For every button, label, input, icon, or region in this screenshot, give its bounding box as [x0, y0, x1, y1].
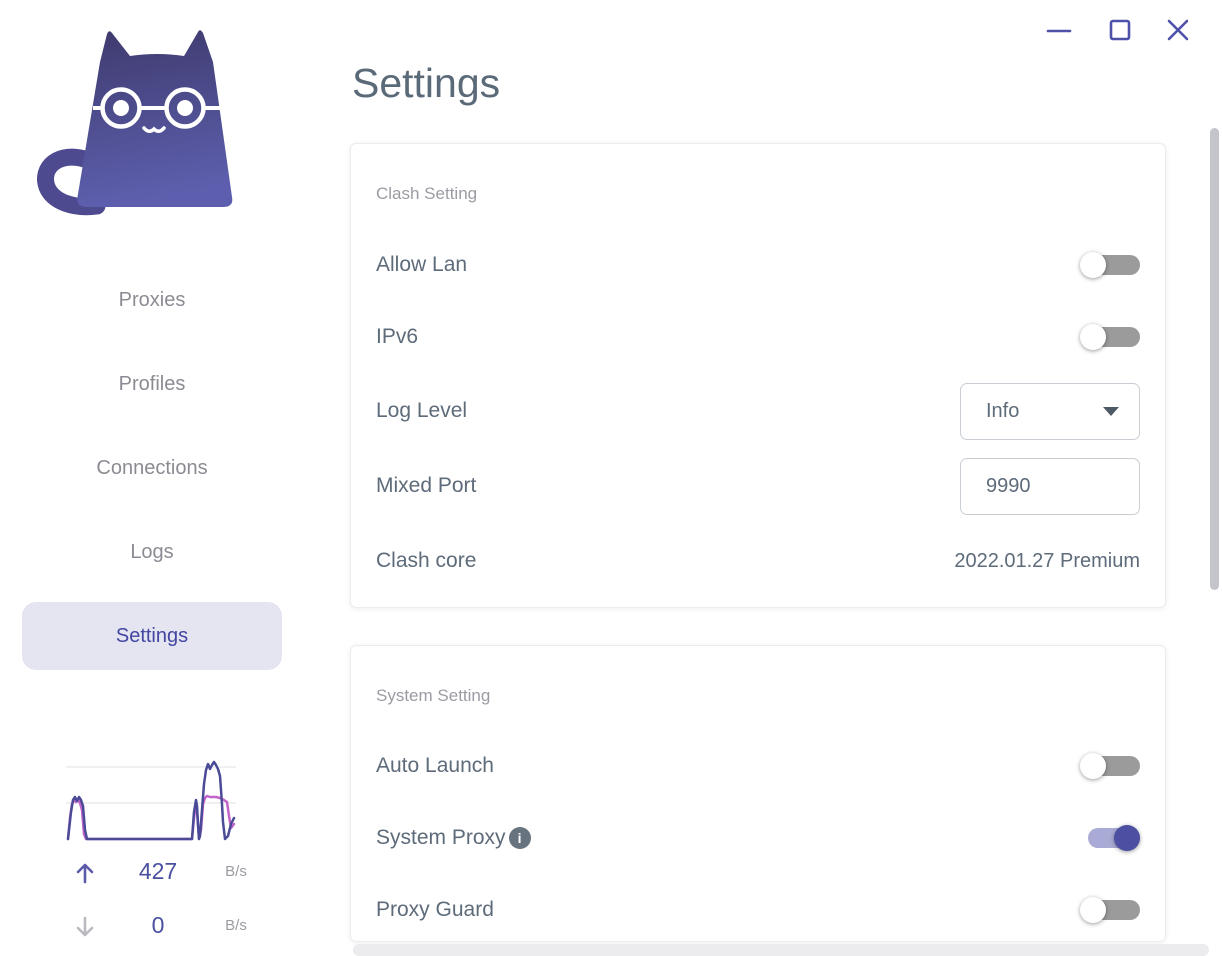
log-level-row: Log Level Info [376, 382, 1140, 440]
log-level-select[interactable]: Info [960, 382, 1140, 440]
sidebar-item-label: Proxies [118, 288, 186, 311]
ipv6-toggle[interactable] [1080, 323, 1140, 351]
toggle-knob [1114, 825, 1140, 851]
traffic-sparkline-chart [66, 760, 236, 841]
sidebar-item-label: Settings [115, 624, 189, 647]
sidebar-item-logs[interactable]: Logs [22, 518, 282, 586]
clash-app-window: Proxies Profiles Connections Logs Settin… [0, 0, 1222, 956]
chevron-down-icon [1103, 406, 1119, 416]
sidebar-item-settings[interactable]: Settings [22, 602, 282, 670]
clash-core-version: 2022.01.27 Premium [954, 549, 1140, 572]
system-proxy-label-text: System Proxy [376, 826, 506, 849]
proxy-guard-row: Proxy Guard [376, 881, 1140, 939]
sidebar: Proxies Profiles Connections Logs Settin… [0, 0, 352, 956]
upload-unit: B/s [225, 863, 247, 880]
system-setting-card: System Setting Auto Launch System Proxy … [350, 645, 1166, 942]
close-button[interactable] [1164, 16, 1192, 44]
download-stat: 0 B/s [60, 912, 295, 944]
mixed-port-label: Mixed Port [376, 474, 477, 497]
download-unit: B/s [225, 917, 247, 934]
minimize-button[interactable] [1045, 16, 1073, 44]
close-icon [1167, 19, 1189, 41]
toggle-knob [1080, 324, 1106, 350]
auto-launch-label: Auto Launch [376, 754, 494, 777]
system-proxy-label: System Proxy i [376, 826, 531, 850]
toggle-knob [1080, 897, 1106, 923]
toggle-knob [1080, 252, 1106, 278]
allow-lan-row: Allow Lan [376, 236, 1140, 294]
proxy-guard-toggle[interactable] [1080, 896, 1140, 924]
sidebar-item-connections[interactable]: Connections [22, 434, 282, 502]
sidebar-item-label: Connections [96, 456, 208, 479]
clash-setting-card: Clash Setting Allow Lan IPv6 Log Level I… [350, 143, 1166, 608]
clash-core-label: Clash core [376, 549, 477, 572]
upload-value: 427 [138, 858, 178, 884]
minimize-icon [1046, 29, 1072, 33]
info-icon[interactable]: i [508, 827, 531, 849]
sidebar-nav: Proxies Profiles Connections Logs Settin… [22, 266, 282, 670]
auto-launch-toggle[interactable] [1080, 752, 1140, 780]
maximize-button[interactable] [1106, 16, 1134, 44]
clash-core-row: Clash core 2022.01.27 Premium [376, 532, 1140, 590]
system-proxy-toggle[interactable] [1080, 824, 1140, 852]
ipv6-row: IPv6 [376, 308, 1140, 366]
upload-stat: 427 B/s [60, 858, 295, 890]
arrow-down-icon [76, 916, 94, 937]
clash-cat-logo-icon [37, 30, 233, 216]
allow-lan-toggle[interactable] [1080, 251, 1140, 279]
mixed-port-input[interactable] [960, 457, 1140, 515]
auto-launch-row: Auto Launch [376, 737, 1140, 795]
section-label: Clash Setting [376, 184, 478, 203]
download-value: 0 [151, 912, 165, 938]
horizontal-scrollbar-track[interactable] [353, 944, 1209, 956]
proxy-guard-label: Proxy Guard [376, 898, 494, 921]
log-level-value: Info [986, 399, 1020, 422]
toggle-knob [1080, 753, 1106, 779]
sidebar-item-proxies[interactable]: Proxies [22, 266, 282, 334]
page-title: Settings [352, 60, 501, 106]
arrow-up-icon [76, 863, 94, 884]
sidebar-item-label: Logs [130, 540, 174, 563]
maximize-icon [1109, 19, 1131, 41]
vertical-scrollbar-thumb[interactable] [1210, 128, 1219, 590]
system-proxy-row: System Proxy i [376, 809, 1140, 867]
sidebar-item-profiles[interactable]: Profiles [22, 350, 282, 418]
log-level-label: Log Level [376, 399, 468, 422]
allow-lan-label: Allow Lan [376, 253, 468, 276]
sidebar-item-label: Profiles [118, 372, 186, 395]
mixed-port-row: Mixed Port [376, 457, 1140, 515]
section-label: System Setting [376, 686, 491, 705]
ipv6-label: IPv6 [376, 325, 419, 348]
